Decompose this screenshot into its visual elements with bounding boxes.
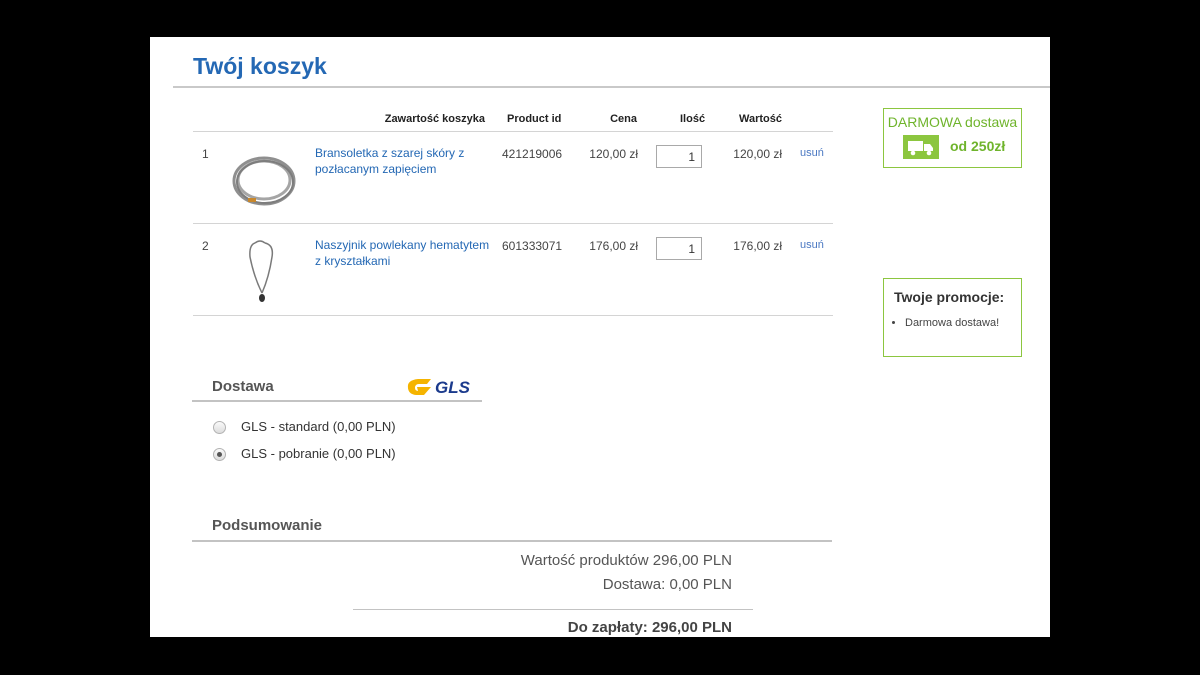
delivery-option-label[interactable]: GLS - standard (0,00 PLN) <box>241 419 396 434</box>
cart-page: Twój koszyk Zawartość koszyka Product id… <box>150 37 1050 637</box>
product-price: 120,00 zł <box>589 147 638 161</box>
summary-divider <box>192 540 832 542</box>
truck-icon <box>903 135 939 159</box>
summary-title: Podsumowanie <box>212 517 323 534</box>
product-value: 120,00 zł <box>733 147 782 161</box>
header-content: Zawartość koszyka <box>384 113 485 125</box>
summary-delivery: Dostawa: 0,00 PLN <box>602 576 732 593</box>
promotions-box: Twoje promocje: Darmowa dostawa! <box>883 278 1022 357</box>
cart-header-row: Zawartość koszyka Product id Cena Ilość … <box>193 105 833 132</box>
row-index: 2 <box>202 239 209 253</box>
product-name-link[interactable]: Bransoletka z szarej skóry z pozłacanym … <box>315 145 490 177</box>
header-product-id: Product id <box>507 113 562 125</box>
remove-link[interactable]: usuń <box>800 239 824 251</box>
delivery-divider <box>192 400 482 402</box>
quantity-input[interactable] <box>656 145 702 168</box>
title-divider <box>173 86 1050 88</box>
product-id: 601333071 <box>502 239 563 253</box>
necklace-image[interactable] <box>229 235 299 305</box>
delivery-option-label[interactable]: GLS - pobranie (0,00 PLN) <box>241 446 396 461</box>
free-shipping-title: DARMOWA dostawa <box>887 114 1018 130</box>
header-price: Cena <box>610 113 637 125</box>
summary-total-divider <box>353 609 753 610</box>
gls-logo: GLS <box>407 378 471 397</box>
promotions-list: Darmowa dostawa! <box>894 317 1011 329</box>
bracelet-image[interactable] <box>229 143 299 213</box>
delivery-title: Dostawa <box>212 378 274 395</box>
promotion-item: Darmowa dostawa! <box>905 317 1011 329</box>
header-value: Wartość <box>739 113 782 125</box>
radio-cod[interactable] <box>213 448 226 461</box>
product-name-link[interactable]: Naszyjnik powlekany hematytem z kryształ… <box>315 237 490 269</box>
radio-standard[interactable] <box>213 421 226 434</box>
cart-table: Zawartość koszyka Product id Cena Ilość … <box>193 105 833 316</box>
promotions-title: Twoje promocje: <box>894 289 1005 305</box>
row-index: 1 <box>202 147 209 161</box>
summary-total: Do zapłaty: 296,00 PLN <box>567 619 732 636</box>
product-value: 176,00 zł <box>733 239 782 253</box>
cart-row: 2 Naszyjnik powlekany hematytem z kryszt… <box>193 224 833 316</box>
free-shipping-row: od 250zł <box>884 134 1021 162</box>
page-title: Twój koszyk <box>193 53 327 79</box>
header-quantity: Ilość <box>680 113 706 125</box>
summary-products-value: Wartość produktów 296,00 PLN <box>520 552 732 569</box>
cart-row: 1 Bransoletka z szarej skóry z pozłacany… <box>193 132 833 224</box>
gls-logo-text: GLS <box>435 378 471 397</box>
remove-link[interactable]: usuń <box>800 147 824 159</box>
product-price: 176,00 zł <box>589 239 638 253</box>
product-id: 421219006 <box>502 147 563 161</box>
quantity-input[interactable] <box>656 237 702 260</box>
free-shipping-amount: od 250zł <box>950 138 1006 154</box>
free-shipping-box: DARMOWA dostawa od 250zł <box>883 108 1022 168</box>
